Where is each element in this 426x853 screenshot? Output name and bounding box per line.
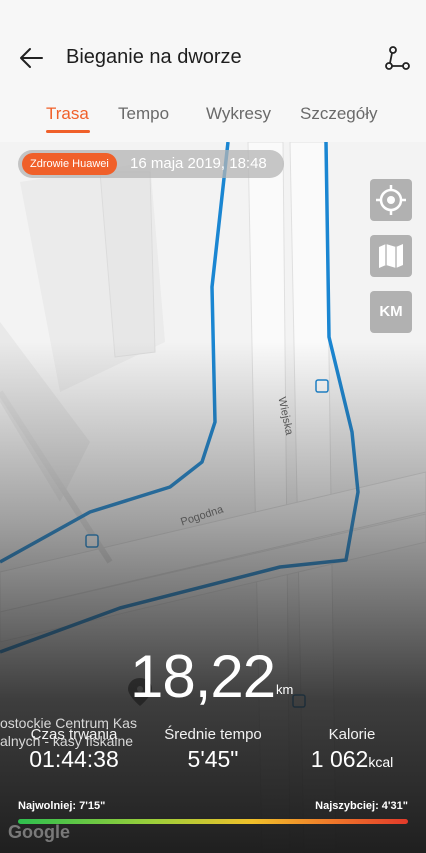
arrow-left-icon bbox=[20, 48, 43, 68]
route-share-icon bbox=[385, 46, 410, 70]
tab-szczegoly[interactable]: Szczegóły bbox=[300, 104, 377, 124]
distance-unit: km bbox=[276, 682, 294, 697]
route-share-button[interactable] bbox=[382, 42, 414, 74]
units-toggle-button[interactable]: KM bbox=[370, 291, 412, 333]
back-button[interactable] bbox=[16, 40, 48, 76]
route-map[interactable]: Wiejska Pogodna Zdrowie Huawei 16 maja 2… bbox=[0, 142, 426, 853]
calories-unit: kcal bbox=[368, 754, 394, 770]
activity-date-pill: Zdrowie Huawei 16 maja 2019, 18:48 bbox=[18, 150, 284, 178]
stats-overlay-gradient bbox=[0, 342, 426, 853]
calories-value: 1 062kcal bbox=[290, 746, 414, 773]
tab-bar: Trasa Tempo Wykresy Szczegóły bbox=[0, 100, 426, 136]
slowest-pace-label: Najwolniej: 7'15" bbox=[18, 800, 106, 812]
locate-button[interactable] bbox=[370, 179, 412, 221]
tab-tempo[interactable]: Tempo bbox=[118, 104, 169, 124]
source-badge: Zdrowie Huawei bbox=[22, 153, 117, 175]
fastest-pace-label: Najszybciej: 4'31" bbox=[315, 800, 408, 812]
app-header: Bieganie na dworze Trasa Tempo Wykresy S… bbox=[0, 0, 426, 142]
page-title: Bieganie na dworze bbox=[66, 46, 242, 68]
target-icon bbox=[376, 185, 406, 215]
activity-date: 16 maja 2019, 18:48 bbox=[130, 155, 267, 172]
tab-wykresy[interactable]: Wykresy bbox=[206, 104, 271, 124]
duration-label: Czas trwania bbox=[30, 726, 118, 743]
map-type-button[interactable] bbox=[370, 235, 412, 277]
calories-label: Kalorie bbox=[328, 726, 376, 743]
avg-pace-label: Średnie tempo bbox=[164, 726, 262, 743]
duration-value: 01:44:38 bbox=[29, 746, 119, 772]
avg-pace-value: 5'45" bbox=[187, 746, 239, 772]
calories-number: 1 062 bbox=[310, 746, 369, 772]
active-tab-indicator bbox=[46, 130, 90, 133]
total-distance: 18,22 bbox=[130, 643, 276, 710]
map-icon bbox=[379, 244, 403, 268]
pace-color-scale bbox=[18, 819, 408, 824]
map-attribution: Google bbox=[8, 822, 70, 842]
tab-trasa[interactable]: Trasa bbox=[46, 104, 89, 124]
